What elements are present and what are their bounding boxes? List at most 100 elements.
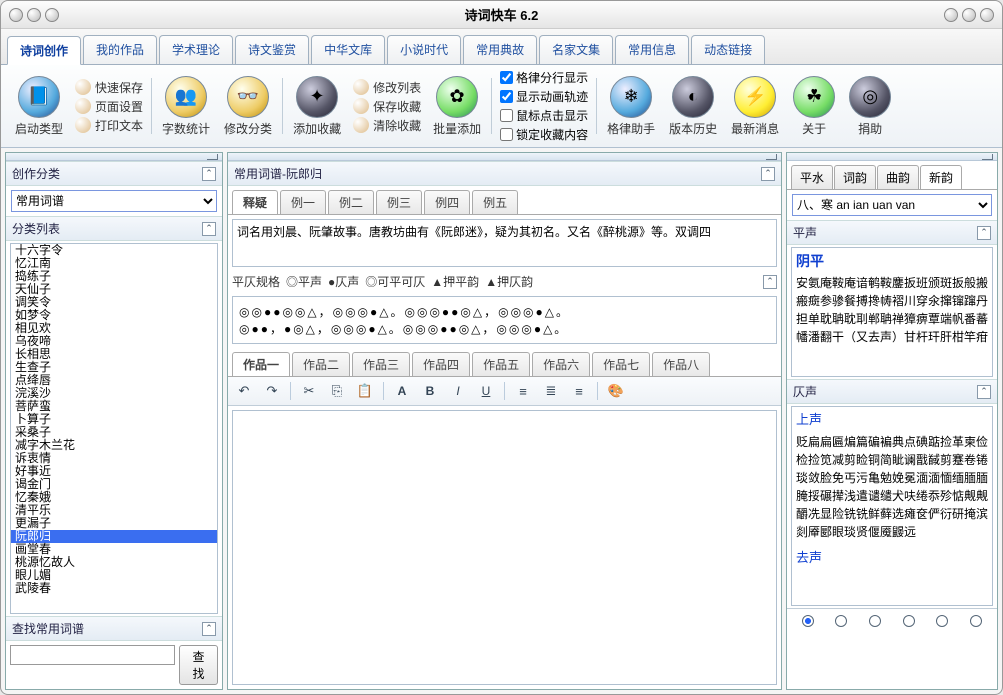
center-drag-handle[interactable] (228, 153, 781, 161)
copy-button[interactable]: ⎘ (327, 381, 347, 401)
add-fav-button[interactable]: ✦ 添加收藏 (287, 74, 347, 139)
redo-button[interactable]: ↷ (262, 381, 282, 401)
pingsheng-pane[interactable]: 阴平 安氨庵鞍庵谙鹌鞍鏖扳班颁斑扳般搬瘢癍参骖餐搏搀帱褶川穿氽撺镩蹿丹担单耽聃耽… (791, 247, 993, 377)
save-fav-button[interactable]: 保存收藏 (353, 98, 421, 115)
main-tab-7[interactable]: 名家文集 (539, 35, 613, 64)
opt-click-show[interactable]: 鼠标点击显示 (500, 107, 588, 124)
work-tab-3[interactable]: 作品四 (412, 352, 470, 376)
radio-4[interactable] (903, 615, 915, 627)
example-tab-3[interactable]: 例三 (376, 190, 422, 214)
example-tab-1[interactable]: 例一 (280, 190, 326, 214)
pingsheng-header: 平声 ⌃ (787, 220, 997, 245)
search-input[interactable] (10, 645, 175, 665)
window-dot-r3[interactable] (980, 8, 994, 22)
radio-1[interactable] (802, 615, 814, 627)
gelv-helper-button[interactable]: ❄ 格律助手 (601, 74, 661, 139)
window-dot-r2[interactable] (962, 8, 976, 22)
start-type-button[interactable]: 📘 启动类型 (9, 74, 69, 139)
donate-button[interactable]: ◎ 捐助 (843, 74, 897, 139)
batch-add-icon: ✿ (436, 76, 478, 118)
file-ops-list: 快速保存 页面设置 打印文本 (71, 79, 147, 134)
underline-button[interactable]: U (476, 381, 496, 401)
collapse-icon[interactable]: ⌃ (202, 222, 216, 236)
start-type-icon: 📘 (18, 76, 60, 118)
window-close-dot[interactable] (9, 8, 23, 22)
pattern-legend: 平仄规格 ◎平声 ●仄声 ◎可平可仄 ▲押平韵 ▲押仄韵 ⌃ (232, 273, 777, 290)
undo-button[interactable]: ↶ (234, 381, 254, 401)
work-tab-2[interactable]: 作品三 (352, 352, 410, 376)
radio-5[interactable] (936, 615, 948, 627)
right-drag-handle[interactable] (787, 153, 997, 161)
collapse-icon[interactable]: ⌃ (763, 275, 777, 289)
main-tab-6[interactable]: 常用典故 (463, 35, 537, 64)
main-tab-1[interactable]: 我的作品 (83, 35, 157, 64)
main-tab-2[interactable]: 学术理论 (159, 35, 233, 64)
main-tab-9[interactable]: 动态链接 (691, 35, 765, 64)
main-tab-0[interactable]: 诗词创作 (7, 36, 81, 65)
main-tab-4[interactable]: 中华文库 (311, 35, 385, 64)
window-max-dot[interactable] (45, 8, 59, 22)
opt-gelv-lines[interactable]: 格律分行显示 (500, 69, 588, 86)
opt-anim-trail[interactable]: 显示动画轨迹 (500, 88, 588, 105)
work-tab-6[interactable]: 作品七 (592, 352, 650, 376)
titlebar: 诗词快车 6.2 (1, 1, 1002, 29)
search-button[interactable]: 查找 (179, 645, 218, 685)
zesheng-pane[interactable]: 上声 贬扁扁匾煸篇碥褊典点碘踮捡革柬俭检捡笕减剪睑铜简眦谰戬馘剪蹇卷锩琰敛脸免丐… (791, 406, 993, 606)
history-button[interactable]: ◐ 版本历史 (663, 74, 723, 139)
align-center-button[interactable]: ≣ (541, 381, 561, 401)
editor-textarea[interactable] (232, 410, 777, 685)
collapse-icon[interactable]: ⌃ (977, 385, 991, 399)
rhyme-tab-2[interactable]: 曲韵 (877, 165, 919, 189)
cut-button[interactable]: ✂ (299, 381, 319, 401)
cipai-listbox[interactable]: 十六字令忆江南捣练子天仙子调笑令如梦令相见欢乌夜啼长相思生查子点绛唇浣溪沙菩萨蛮… (10, 243, 218, 614)
collapse-icon[interactable]: ⌃ (977, 226, 991, 240)
history-icon: ◐ (672, 76, 714, 118)
work-tab-0[interactable]: 作品一 (232, 352, 290, 376)
rhyme-tab-3[interactable]: 新韵 (920, 165, 962, 189)
work-tab-4[interactable]: 作品五 (472, 352, 530, 376)
window-min-dot[interactable] (27, 8, 41, 22)
window-dot-r1[interactable] (944, 8, 958, 22)
main-tab-5[interactable]: 小说时代 (387, 35, 461, 64)
collapse-icon[interactable]: ⌃ (202, 167, 216, 181)
about-button[interactable]: ☘ 关于 (787, 74, 841, 139)
news-button[interactable]: ⚡ 最新消息 (725, 74, 785, 139)
clear-fav-button[interactable]: 清除收藏 (353, 117, 421, 134)
bold-button[interactable]: A (392, 381, 412, 401)
rhyme-select[interactable]: 八、寒 an ian uan van (792, 194, 992, 216)
align-left-button[interactable]: ≡ (513, 381, 533, 401)
radio-6[interactable] (970, 615, 982, 627)
paste-button[interactable]: 📋 (355, 381, 375, 401)
work-tab-5[interactable]: 作品六 (532, 352, 590, 376)
bold-b-button[interactable]: B (420, 381, 440, 401)
work-tab-7[interactable]: 作品八 (652, 352, 710, 376)
radio-3[interactable] (869, 615, 881, 627)
align-right-button[interactable]: ≡ (569, 381, 589, 401)
rhyme-tab-1[interactable]: 词韵 (834, 165, 876, 189)
example-tab-4[interactable]: 例四 (424, 190, 470, 214)
quick-save-button[interactable]: 快速保存 (75, 79, 143, 96)
tone-pattern-box: ◎◎●●◎◎△，◎◎◎●△。◎◎◎●●◎△，◎◎◎●△。 ◎●●，●◎△，◎◎◎… (232, 296, 777, 344)
work-tab-1[interactable]: 作品二 (292, 352, 350, 376)
opt-lock-fav[interactable]: 锁定收藏内容 (500, 126, 588, 143)
word-count-button[interactable]: 👥 字数统计 (156, 74, 216, 139)
list-item[interactable]: 武陵春 (11, 582, 217, 595)
main-tab-8[interactable]: 常用信息 (615, 35, 689, 64)
example-tab-0[interactable]: 释疑 (232, 190, 278, 214)
modify-cat-button[interactable]: 👓 修改分类 (218, 74, 278, 139)
color-button[interactable]: 🎨 (606, 381, 626, 401)
page-setup-button[interactable]: 页面设置 (75, 98, 143, 115)
main-tab-3[interactable]: 诗文鉴赏 (235, 35, 309, 64)
radio-2[interactable] (835, 615, 847, 627)
collapse-icon[interactable]: ⌃ (202, 622, 216, 636)
example-tab-5[interactable]: 例五 (472, 190, 518, 214)
print-text-button[interactable]: 打印文本 (75, 117, 143, 134)
rhyme-tab-0[interactable]: 平水 (791, 165, 833, 189)
modify-list-button[interactable]: 修改列表 (353, 79, 421, 96)
collapse-icon[interactable]: ⌃ (761, 167, 775, 181)
left-drag-handle[interactable] (6, 153, 222, 161)
example-tab-2[interactable]: 例二 (328, 190, 374, 214)
italic-button[interactable]: I (448, 381, 468, 401)
category-select[interactable]: 常用词谱 (11, 190, 217, 212)
batch-add-button[interactable]: ✿ 批量添加 (427, 74, 487, 139)
